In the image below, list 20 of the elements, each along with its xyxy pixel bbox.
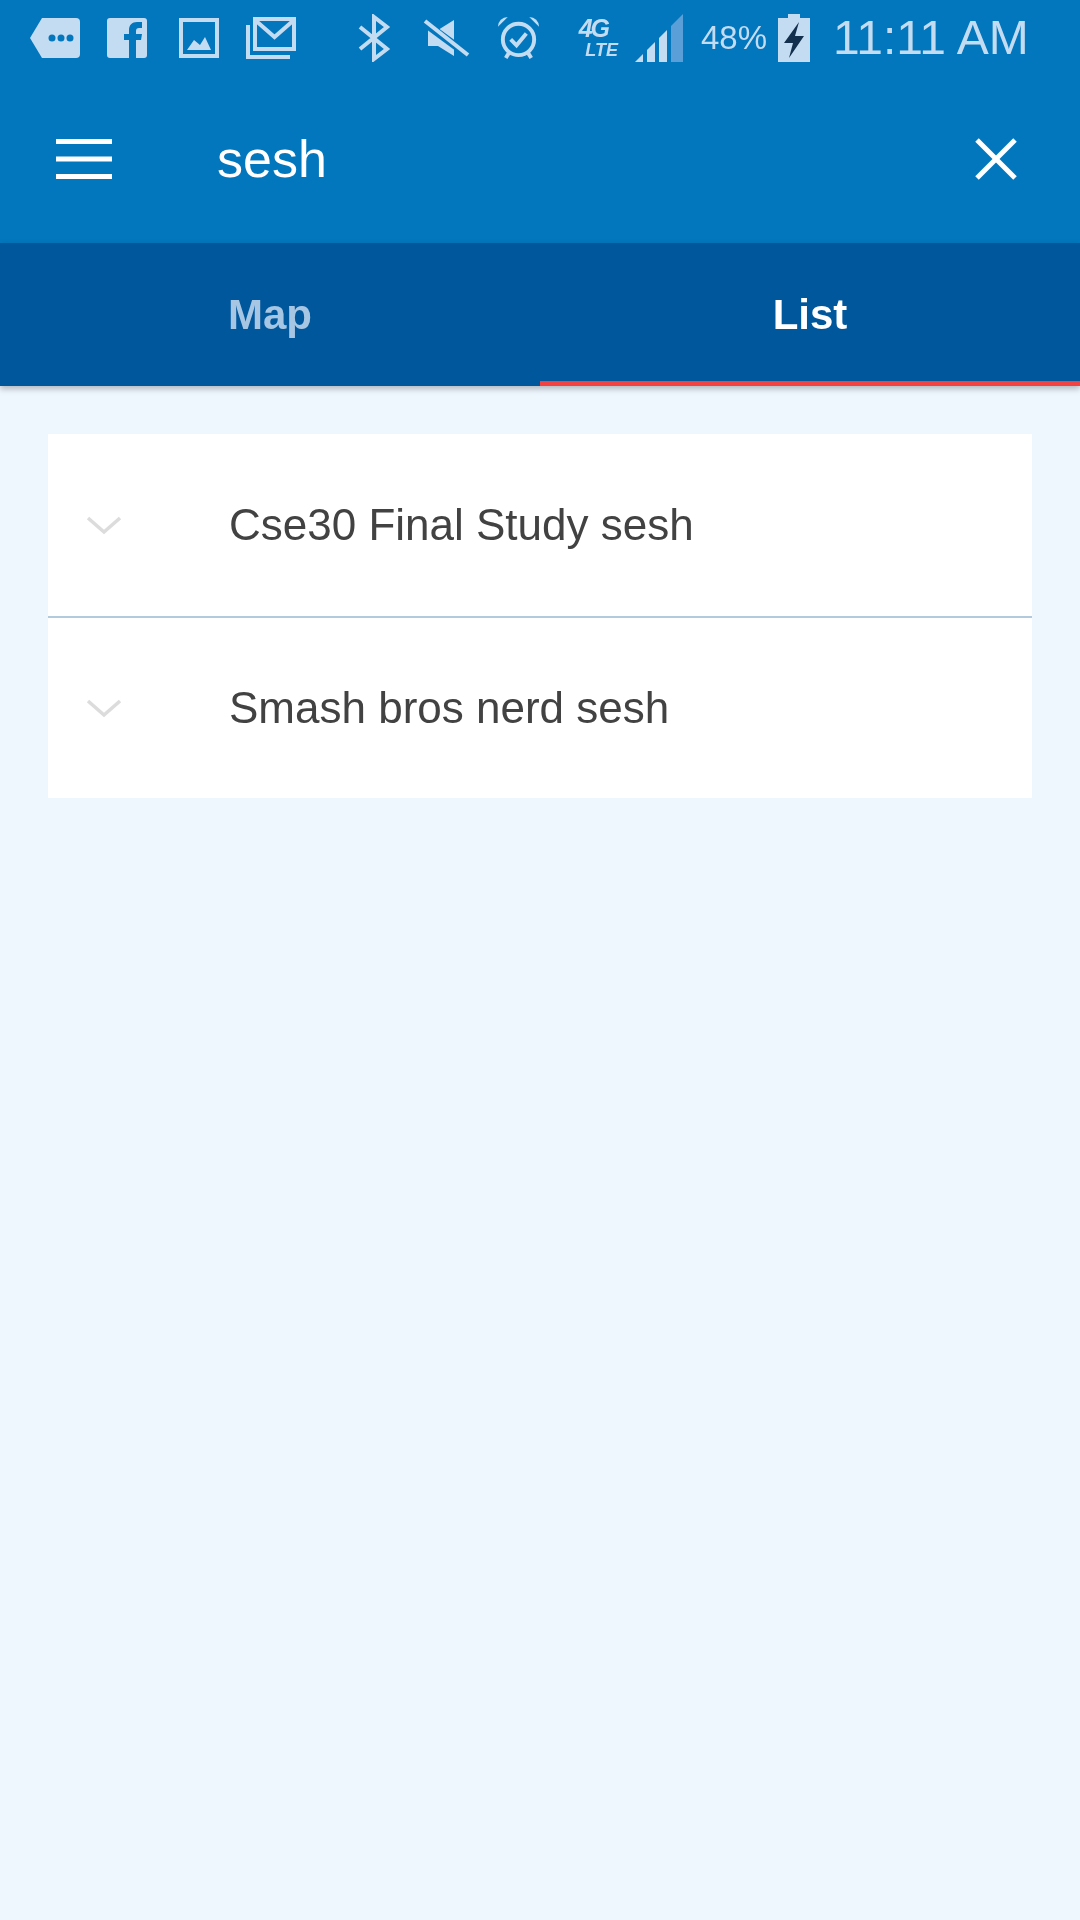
muted-speaker-icon xyxy=(422,17,470,58)
picture-icon xyxy=(179,17,219,58)
signal-strength-icon xyxy=(635,13,683,62)
more-notifications-icon xyxy=(30,17,80,58)
charging-battery-icon xyxy=(778,13,811,62)
alarm-clock-icon xyxy=(496,15,541,60)
tab[interactable]: List xyxy=(540,243,1080,386)
facebook-icon xyxy=(107,17,147,58)
network-type-label: LTE xyxy=(585,41,618,59)
list-item[interactable]: Smash bros nerd sesh xyxy=(48,616,1032,798)
tab[interactable]: Map xyxy=(0,243,540,386)
menu-icon[interactable] xyxy=(56,139,112,179)
bluetooth-icon xyxy=(357,13,391,62)
clock-time: 11:11 AM xyxy=(833,9,1029,66)
list-item[interactable]: Cse30 Final Study sesh xyxy=(48,434,1032,616)
network-generation-label: 4G xyxy=(578,16,610,41)
mail-icon xyxy=(246,16,296,59)
battery-percentage: 48% xyxy=(701,17,768,58)
close-icon[interactable] xyxy=(975,138,1017,180)
search-field[interactable]: sesh xyxy=(217,127,975,191)
